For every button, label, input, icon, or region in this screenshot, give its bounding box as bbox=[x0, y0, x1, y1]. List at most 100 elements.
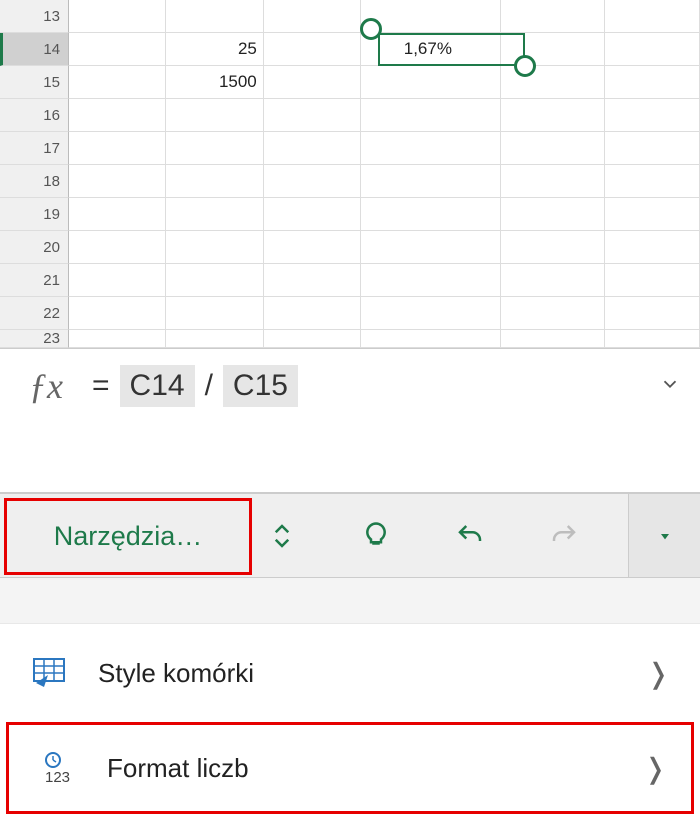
row-header[interactable]: 14 bbox=[0, 33, 69, 66]
cell[interactable] bbox=[605, 330, 700, 348]
cell[interactable] bbox=[166, 132, 263, 165]
cell[interactable] bbox=[69, 264, 166, 297]
cell[interactable] bbox=[166, 297, 263, 330]
cell[interactable] bbox=[264, 99, 361, 132]
row-header[interactable]: 23 bbox=[0, 330, 69, 348]
menu-item-cell-styles[interactable]: Style komórki ❭ bbox=[0, 624, 700, 722]
cell[interactable] bbox=[361, 198, 501, 231]
cell[interactable] bbox=[501, 198, 604, 231]
formula-ref-token[interactable]: C14 bbox=[120, 365, 195, 407]
cell[interactable] bbox=[264, 330, 361, 348]
lightbulb-icon[interactable] bbox=[352, 512, 400, 560]
cell[interactable] bbox=[605, 231, 700, 264]
row-header[interactable]: 21 bbox=[0, 264, 69, 297]
cell[interactable] bbox=[69, 330, 166, 348]
cell[interactable] bbox=[501, 99, 604, 132]
expand-formula-button[interactable] bbox=[640, 359, 700, 401]
menu-item-label: Format liczb bbox=[107, 753, 249, 784]
cell[interactable] bbox=[264, 165, 361, 198]
cell[interactable] bbox=[264, 264, 361, 297]
toolbar-dropdown-button[interactable] bbox=[628, 494, 700, 577]
formula-input[interactable]: = C14 / C15 bbox=[92, 359, 640, 407]
cell-C15[interactable]: 1500 bbox=[166, 66, 263, 99]
cell[interactable] bbox=[264, 0, 361, 33]
cell[interactable] bbox=[501, 132, 604, 165]
cell[interactable] bbox=[361, 264, 501, 297]
cell[interactable] bbox=[501, 264, 604, 297]
cell[interactable] bbox=[605, 198, 700, 231]
cell[interactable] bbox=[361, 330, 501, 348]
row-header[interactable]: 13 bbox=[0, 0, 69, 33]
cell[interactable] bbox=[69, 165, 166, 198]
cell[interactable] bbox=[361, 165, 501, 198]
cell[interactable] bbox=[264, 66, 361, 99]
cell[interactable] bbox=[361, 66, 501, 99]
formula-operator: / bbox=[205, 369, 213, 403]
row-header[interactable]: 22 bbox=[0, 297, 69, 330]
selection-handle-icon[interactable] bbox=[514, 55, 536, 77]
cell[interactable] bbox=[264, 33, 361, 66]
menu-item-label: Style komórki bbox=[98, 658, 254, 689]
cell[interactable] bbox=[264, 198, 361, 231]
tools-button[interactable]: Narzędzia… bbox=[4, 498, 252, 575]
row-header[interactable]: 19 bbox=[0, 198, 69, 231]
cell[interactable] bbox=[69, 198, 166, 231]
cell[interactable] bbox=[361, 231, 501, 264]
row-header[interactable]: 15 bbox=[0, 66, 69, 99]
chevron-right-icon: ❭ bbox=[647, 657, 670, 690]
cell-styles-icon bbox=[28, 651, 72, 695]
fx-icon: ƒx bbox=[0, 359, 92, 407]
cell[interactable] bbox=[69, 297, 166, 330]
cell[interactable] bbox=[264, 297, 361, 330]
cell[interactable] bbox=[605, 132, 700, 165]
cell[interactable] bbox=[605, 297, 700, 330]
selection-handle-icon[interactable] bbox=[360, 18, 382, 40]
undo-icon[interactable] bbox=[446, 512, 494, 560]
cell[interactable] bbox=[361, 99, 501, 132]
cell[interactable] bbox=[69, 132, 166, 165]
spreadsheet-grid[interactable]: 13 14 25 1,67% 15 1500 16 17 18 19 bbox=[0, 0, 700, 348]
formula-ref-token[interactable]: C15 bbox=[223, 365, 298, 407]
cell[interactable] bbox=[501, 330, 604, 348]
cell[interactable] bbox=[605, 99, 700, 132]
cell[interactable] bbox=[69, 0, 166, 33]
cell[interactable] bbox=[166, 330, 263, 348]
formula-bar[interactable]: ƒx = C14 / C15 bbox=[0, 348, 700, 493]
sort-icon[interactable] bbox=[258, 512, 306, 560]
cell[interactable] bbox=[166, 231, 263, 264]
cell-E14-selected[interactable]: 1,67% bbox=[361, 33, 501, 66]
cell-C14[interactable]: 25 bbox=[166, 33, 263, 66]
cell[interactable] bbox=[69, 99, 166, 132]
cell[interactable] bbox=[69, 231, 166, 264]
cell[interactable] bbox=[605, 165, 700, 198]
cell[interactable] bbox=[361, 0, 501, 33]
cell[interactable] bbox=[166, 165, 263, 198]
cell[interactable] bbox=[166, 264, 263, 297]
chevron-right-icon: ❭ bbox=[644, 752, 667, 785]
row-header[interactable]: 17 bbox=[0, 132, 69, 165]
cell[interactable] bbox=[264, 132, 361, 165]
cell[interactable] bbox=[361, 132, 501, 165]
row-header[interactable]: 16 bbox=[0, 99, 69, 132]
cell[interactable] bbox=[605, 66, 700, 99]
cell[interactable] bbox=[69, 66, 166, 99]
cell[interactable] bbox=[501, 0, 604, 33]
row-header[interactable]: 20 bbox=[0, 231, 69, 264]
cell[interactable] bbox=[166, 99, 263, 132]
formula-equals: = bbox=[92, 369, 110, 403]
cell[interactable] bbox=[166, 0, 263, 33]
menu-item-number-format[interactable]: 123 Format liczb ❭ bbox=[6, 722, 694, 814]
cell[interactable] bbox=[501, 231, 604, 264]
cell[interactable] bbox=[69, 33, 166, 66]
cell[interactable] bbox=[501, 165, 604, 198]
cell[interactable] bbox=[166, 198, 263, 231]
row-header[interactable]: 18 bbox=[0, 165, 69, 198]
cell[interactable] bbox=[605, 33, 700, 66]
redo-icon[interactable] bbox=[540, 512, 588, 560]
cell[interactable] bbox=[605, 0, 700, 33]
cell[interactable] bbox=[264, 231, 361, 264]
cell[interactable] bbox=[501, 297, 604, 330]
cell[interactable] bbox=[361, 297, 501, 330]
menu-separator bbox=[0, 578, 700, 624]
cell[interactable] bbox=[605, 264, 700, 297]
